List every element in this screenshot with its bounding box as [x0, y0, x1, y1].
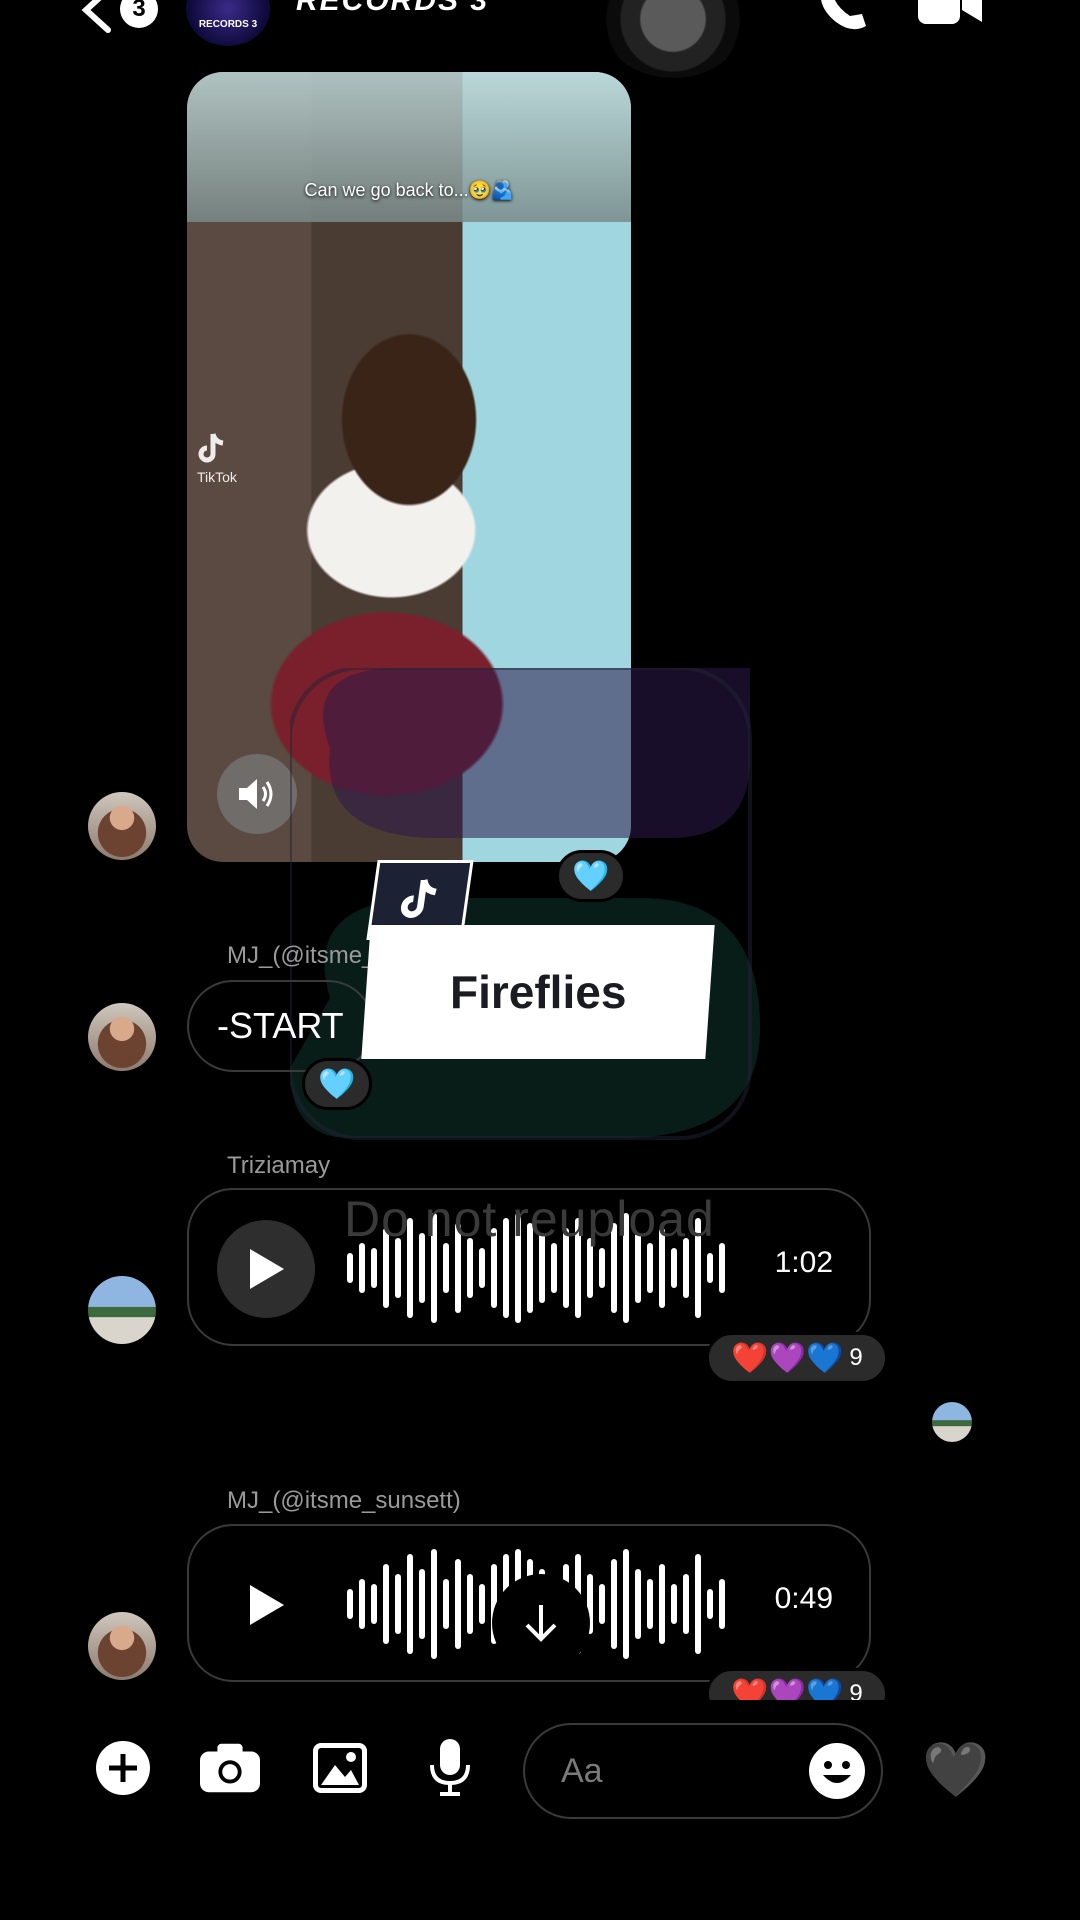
- waveform-bar: [671, 1248, 677, 1288]
- image-icon: [313, 1743, 367, 1793]
- sender-name: Triziamay: [227, 1152, 331, 1179]
- group-avatar[interactable]: RECORDS 3: [186, 0, 270, 46]
- song-title-card: Fireflies: [361, 925, 715, 1059]
- gallery-button[interactable]: [310, 1738, 370, 1798]
- voice-duration: 0:49: [774, 1582, 833, 1615]
- tiktok-label: TikTok: [197, 469, 237, 485]
- waveform-bar: [371, 1248, 377, 1288]
- waveform-bar: [647, 1243, 653, 1293]
- sender-name: MJ_(@itsme_sunsett): [227, 1487, 461, 1514]
- tiktok-icon: [198, 433, 224, 463]
- voice-record-button[interactable]: [420, 1738, 480, 1798]
- camera-button[interactable]: [200, 1738, 260, 1798]
- waveform-bar: [347, 1589, 353, 1619]
- speaker-icon: [239, 779, 273, 809]
- like-emoji: 🖤: [922, 1739, 990, 1800]
- waveform-bar: [371, 1584, 377, 1624]
- shared-video-message[interactable]: Can we go back to...🥹🫂 TikTok: [187, 72, 631, 862]
- waveform-bar: [647, 1579, 653, 1629]
- waveform-bar: [551, 1243, 557, 1293]
- emoji-icon[interactable]: [807, 1741, 867, 1801]
- play-icon: [250, 1249, 284, 1289]
- waveform-bar: [707, 1589, 713, 1619]
- waveform-bar: [683, 1574, 689, 1634]
- message-reaction-pill[interactable]: 🩵: [302, 1058, 372, 1110]
- waveform-bar: [719, 1579, 725, 1629]
- waveform-bar: [707, 1253, 713, 1283]
- waveform-bar: [599, 1248, 605, 1288]
- reupload-watermark: Do not reupload: [344, 1191, 715, 1247]
- message-reactions-pill[interactable]: ❤️💜💙 9: [706, 1332, 888, 1384]
- chat-header: 3 RECORDS 3 RECORDS 3: [0, 0, 1080, 78]
- phone-call-icon[interactable]: [816, 0, 872, 30]
- play-icon: [250, 1585, 284, 1625]
- waveform-bar: [611, 1559, 617, 1649]
- waveform-bar: [431, 1549, 437, 1659]
- message-input[interactable]: [561, 1747, 791, 1795]
- waveform-bar: [695, 1554, 701, 1654]
- sender-name: MJ_(@itsme_: [227, 942, 376, 969]
- reaction-emoji: 🩵: [572, 859, 610, 893]
- waveform-bar: [359, 1579, 365, 1629]
- play-button[interactable]: [217, 1556, 315, 1654]
- sender-avatar[interactable]: [88, 1276, 156, 1344]
- sender-avatar[interactable]: [88, 792, 156, 860]
- add-button[interactable]: [93, 1738, 153, 1798]
- waveform-bar: [659, 1564, 665, 1644]
- waveform-bar: [479, 1248, 485, 1288]
- video-call-icon[interactable]: [918, 0, 984, 26]
- play-button[interactable]: [217, 1220, 315, 1318]
- voice-duration: 1:02: [774, 1246, 833, 1279]
- chevron-left-icon: [81, 0, 111, 33]
- waveform-bar: [635, 1569, 641, 1639]
- waveform-bar: [419, 1569, 425, 1639]
- waveform-bar: [443, 1243, 449, 1293]
- waveform-bar: [455, 1559, 461, 1649]
- waveform-bar: [407, 1554, 413, 1654]
- camera-icon: [200, 1743, 260, 1793]
- read-receipt-avatar: [932, 1402, 972, 1442]
- waveform-bar: [443, 1579, 449, 1629]
- waveform-bar: [359, 1243, 365, 1293]
- waveform-bar: [383, 1564, 389, 1644]
- waveform-bar: [623, 1549, 629, 1659]
- message-text: -START: [217, 1005, 344, 1046]
- waveform-bar: [599, 1584, 605, 1624]
- scroll-to-bottom-button[interactable]: [492, 1574, 590, 1672]
- video-caption: Can we go back to...🥹🫂: [304, 180, 514, 200]
- chat-title[interactable]: RECORDS 3: [296, 0, 489, 18]
- plus-circle-icon: [96, 1741, 150, 1795]
- sound-toggle-button[interactable]: [217, 754, 297, 834]
- waveform-bar: [719, 1243, 725, 1293]
- waveform-bar: [395, 1574, 401, 1634]
- reaction-emojis: ❤️💜💙: [731, 1341, 844, 1375]
- waveform-bar: [467, 1574, 473, 1634]
- waveform-bar: [671, 1584, 677, 1624]
- song-title: Fireflies: [449, 966, 627, 1018]
- waveform-bar: [347, 1253, 353, 1283]
- waveform-bar: [479, 1584, 485, 1624]
- tiktok-icon: [400, 879, 437, 918]
- microphone-icon: [430, 1739, 470, 1796]
- arrow-down-icon: [525, 1605, 557, 1642]
- message-input-container: [523, 1723, 883, 1819]
- sender-avatar[interactable]: [88, 1003, 156, 1071]
- reaction-count: 9: [849, 1344, 863, 1371]
- sender-avatar[interactable]: [88, 1612, 156, 1680]
- device-camera-cutout: [600, 0, 746, 78]
- like-button[interactable]: 🖤: [922, 1739, 990, 1800]
- tiktok-watermark: TikTok: [197, 432, 237, 485]
- video-reaction-pill[interactable]: 🩵: [556, 850, 626, 902]
- reaction-emoji: 🩵: [318, 1067, 356, 1101]
